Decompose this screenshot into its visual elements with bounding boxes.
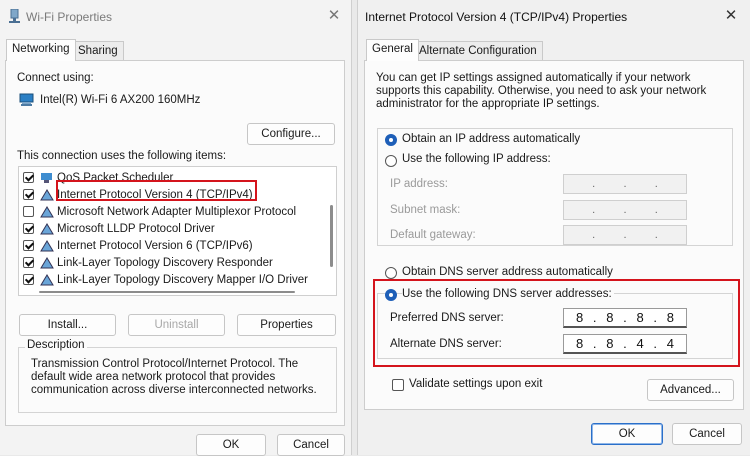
item-label: Microsoft Network Adapter Multiplexor Pr…	[57, 205, 297, 218]
item-label: Microsoft LLDP Protocol Driver	[57, 222, 215, 235]
items-label: This connection uses the following items…	[17, 150, 227, 162]
protocol-icon	[40, 273, 54, 285]
connect-using-label: Connect using:	[17, 72, 94, 84]
description-label: Description	[25, 339, 87, 351]
advanced-button[interactable]: Advanced...	[647, 379, 734, 401]
protocol-icon	[40, 205, 54, 217]
item-label: Link-Layer Topology Discovery Responder	[57, 256, 273, 269]
ipv4-window-title: Internet Protocol Version 4 (TCP/IPv4) P…	[365, 10, 628, 24]
default-gateway-label: Default gateway:	[390, 229, 476, 241]
network-card-icon	[19, 93, 34, 106]
vertical-scrollbar[interactable]	[330, 205, 333, 267]
highlight-dns-section	[373, 279, 740, 367]
item-label: Internet Protocol Version 6 (TCP/IPv6)	[57, 239, 253, 252]
tab-general[interactable]: General	[366, 39, 419, 61]
ip-address-label: IP address:	[390, 178, 448, 190]
list-item[interactable]: Microsoft Network Adapter Multiplexor Pr…	[23, 203, 296, 220]
obtain-ip-auto-label[interactable]: Obtain an IP address automatically	[402, 133, 580, 145]
description-group: Description Transmission Control Protoco…	[18, 339, 337, 413]
tab-sharing[interactable]: Sharing	[72, 41, 124, 61]
protocol-icon	[40, 222, 54, 234]
adapter-name: Intel(R) Wi-Fi 6 AX200 160MHz	[40, 94, 201, 106]
ipv4-titlebar[interactable]: Internet Protocol Version 4 (TCP/IPv4) P…	[358, 0, 750, 32]
highlight-ipv4-item	[56, 180, 257, 201]
obtain-dns-auto-label[interactable]: Obtain DNS server address automatically	[402, 266, 613, 278]
checkbox[interactable]	[23, 257, 34, 268]
properties-button[interactable]: Properties	[237, 314, 336, 336]
item-label: Link-Layer Topology Discovery Mapper I/O…	[57, 273, 308, 286]
checkbox[interactable]	[23, 274, 34, 285]
tab-networking[interactable]: Networking	[6, 39, 76, 61]
configure-button[interactable]: Configure...	[247, 123, 335, 145]
network-adapter-icon	[9, 9, 20, 23]
default-gateway-input[interactable]: ...	[563, 225, 687, 245]
list-item[interactable]: Link-Layer Topology Discovery Responder	[23, 254, 273, 271]
radio-obtain-dns-auto[interactable]	[385, 267, 397, 279]
ok-button[interactable]: OK	[591, 423, 663, 445]
validate-label[interactable]: Validate settings upon exit	[409, 378, 542, 390]
horizontal-scrollbar[interactable]	[39, 291, 295, 293]
close-icon[interactable]: ✕	[323, 6, 345, 26]
wifi-window-title: Wi-Fi Properties	[26, 10, 113, 24]
uninstall-button[interactable]: Uninstall	[128, 314, 225, 336]
protocol-icon	[40, 239, 54, 251]
close-icon[interactable]: ✕	[720, 6, 742, 26]
wifi-titlebar[interactable]: Wi-Fi Properties ✕	[0, 0, 351, 32]
radio-obtain-ip-auto[interactable]	[385, 134, 397, 146]
wifi-properties-window: Wi-Fi Properties ✕ Networking Sharing Co…	[0, 0, 352, 456]
list-item[interactable]: Internet Protocol Version 6 (TCP/IPv6)	[23, 237, 253, 254]
validate-checkbox[interactable]	[392, 379, 404, 391]
use-following-ip-label[interactable]: Use the following IP address:	[402, 153, 553, 165]
general-panel: You can get IP settings assigned automat…	[364, 60, 744, 410]
checkbox[interactable]	[23, 223, 34, 234]
service-icon	[41, 172, 52, 183]
protocol-icon	[40, 188, 54, 200]
checkbox[interactable]	[23, 206, 34, 217]
list-item[interactable]: Microsoft LLDP Protocol Driver	[23, 220, 215, 237]
checkbox[interactable]	[23, 172, 34, 183]
tab-alternate-configuration[interactable]: Alternate Configuration	[413, 41, 543, 61]
protocol-icon	[40, 256, 54, 268]
intro-text: You can get IP settings assigned automat…	[376, 72, 707, 110]
cancel-button[interactable]: Cancel	[672, 423, 742, 445]
subnet-mask-input[interactable]: ...	[563, 200, 687, 220]
checkbox[interactable]	[23, 189, 34, 200]
install-button[interactable]: Install...	[19, 314, 116, 336]
ip-address-input[interactable]: ...	[563, 174, 687, 194]
radio-use-following-ip[interactable]	[385, 155, 397, 167]
list-item[interactable]: Link-Layer Topology Discovery Mapper I/O…	[23, 271, 308, 288]
checkbox[interactable]	[23, 240, 34, 251]
ipv4-properties-window: Internet Protocol Version 4 (TCP/IPv4) P…	[357, 0, 750, 455]
ok-button[interactable]: OK	[196, 434, 266, 456]
subnet-mask-label: Subnet mask:	[390, 204, 461, 216]
adapter-row: Intel(R) Wi-Fi 6 AX200 160MHz	[19, 93, 200, 107]
cancel-button[interactable]: Cancel	[277, 434, 345, 456]
description-text: Transmission Control Protocol/Internet P…	[31, 358, 317, 396]
networking-panel: Connect using: Intel(R) Wi-Fi 6 AX200 16…	[5, 60, 345, 426]
